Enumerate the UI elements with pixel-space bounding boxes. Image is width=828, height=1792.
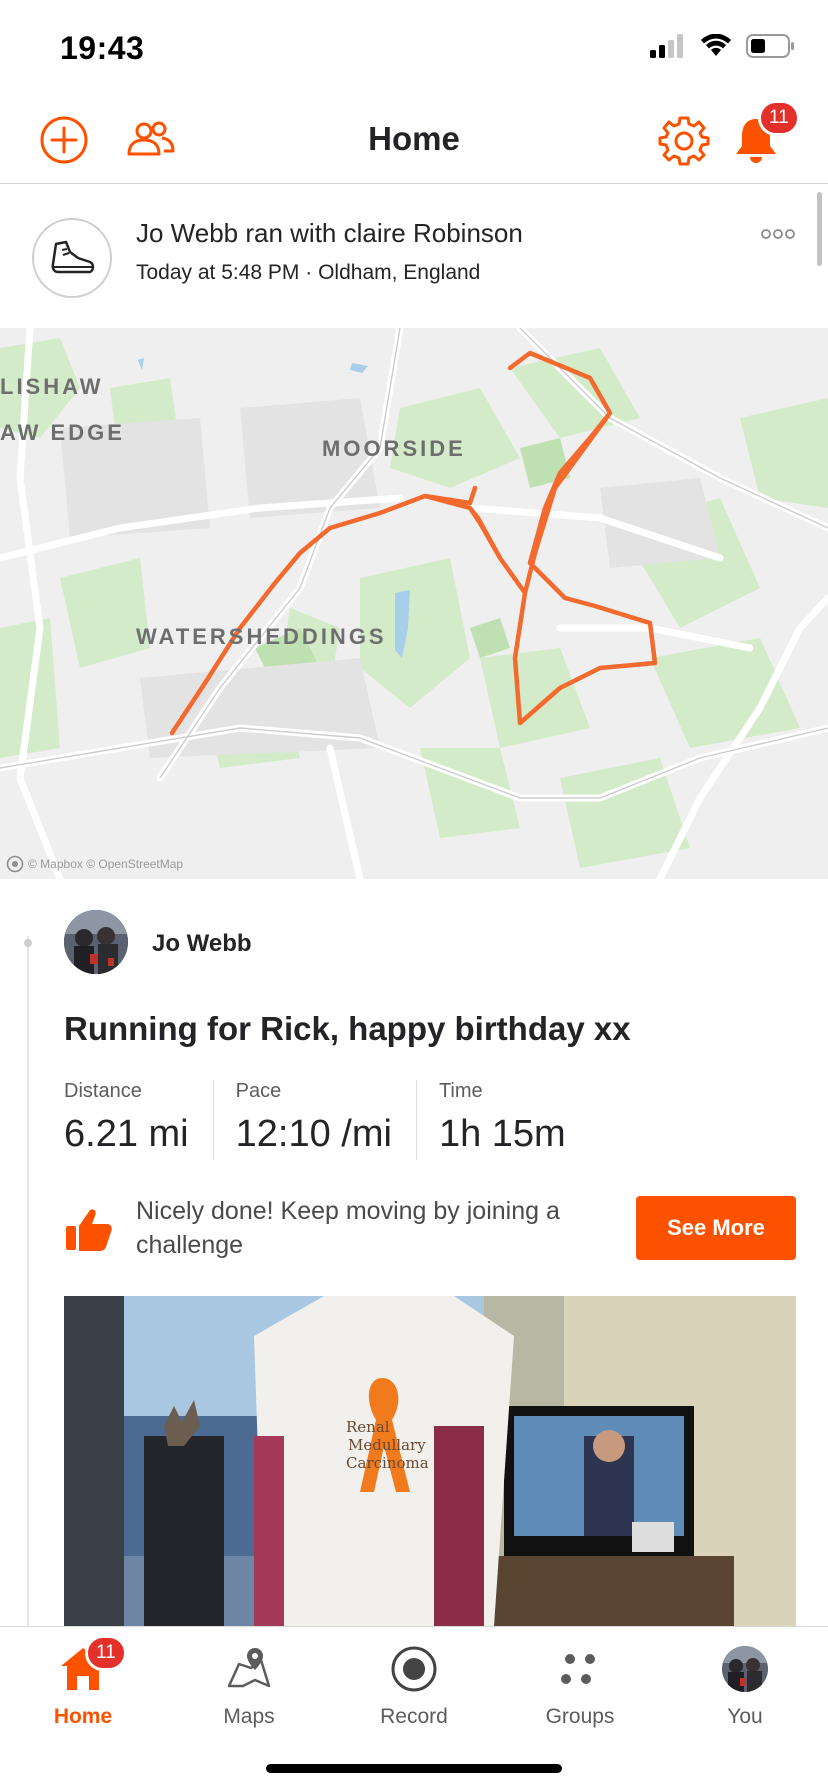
svg-text:Renal: Renal: [346, 1418, 390, 1436]
groups-icon: [561, 1654, 595, 1684]
tab-you[interactable]: You: [662, 1627, 828, 1747]
notification-badge: 11: [758, 100, 800, 136]
activity-name[interactable]: Running for Rick, happy birthday xx: [64, 1010, 631, 1048]
activity-stats: Distance 6.21 mi Pace 12:10 /mi Time 1h …: [64, 1080, 590, 1160]
map-background: [0, 328, 828, 879]
athlete-name[interactable]: Jo Webb: [152, 930, 252, 958]
map-label: AW EDGE: [0, 420, 125, 445]
wifi-icon: [701, 34, 731, 56]
tab-icon-wrap: 11: [55, 1635, 127, 1695]
stat-label: Pace: [235, 1080, 282, 1102]
route-map[interactable]: LISHAW AW EDGE MOORSIDE WATERSHEDDINGS ©…: [0, 328, 828, 879]
cellular-signal-icon: [650, 34, 683, 58]
map-label: LISHAW: [0, 374, 104, 399]
feed-timeline: [27, 936, 29, 1626]
svg-text:Carcinoma: Carcinoma: [346, 1454, 429, 1472]
profile-avatar: [722, 1646, 768, 1692]
tab-maps[interactable]: Maps: [166, 1627, 332, 1747]
more-icon: [761, 229, 795, 239]
challenge-prompt-text: Nicely done! Keep moving by joining a ch…: [136, 1197, 560, 1259]
see-more-button[interactable]: See More: [636, 1196, 796, 1260]
tab-label: Record: [380, 1705, 448, 1728]
maps-icon: [227, 1648, 271, 1688]
tab-icon-wrap: [221, 1643, 277, 1695]
stat-pace: Pace 12:10 /mi: [212, 1080, 416, 1160]
avatar-photo: [64, 910, 128, 974]
stat-time: Time 1h 15m: [415, 1080, 590, 1160]
thumbs-up-icon: [66, 1209, 112, 1251]
stat-value: 6.21 mi: [64, 1113, 189, 1155]
tab-groups[interactable]: Groups: [497, 1627, 663, 1747]
sport-type-badge: [32, 218, 112, 298]
activity-photo[interactable]: Renal Medullary Carcinoma: [64, 1296, 796, 1626]
tab-label: Groups: [545, 1705, 615, 1728]
challenge-prompt: Nicely done! Keep moving by joining a ch…: [64, 1192, 796, 1268]
stat-value: 1h 15m: [438, 1113, 566, 1155]
timeline-dot: [24, 939, 32, 947]
map-label: MOORSIDE: [322, 436, 466, 461]
status-time: 19:43: [60, 30, 145, 66]
home-badge: 11: [85, 1635, 127, 1671]
athlete-avatar[interactable]: [64, 910, 128, 974]
running-shoe-icon: [51, 240, 95, 274]
svg-text:Medullary: Medullary: [348, 1436, 426, 1454]
tab-home[interactable]: 11 Home: [0, 1627, 166, 1747]
mapbox-logo-icon: [6, 855, 24, 873]
tab-record[interactable]: Record: [331, 1627, 497, 1747]
activity-header[interactable]: Jo Webb ran with claire Robinson Today a…: [0, 186, 828, 328]
stat-value: 12:10 /mi: [235, 1113, 392, 1155]
settings-button[interactable]: [656, 112, 712, 168]
tab-label: You: [727, 1705, 763, 1728]
activity-photo-image: Renal Medullary Carcinoma: [64, 1296, 796, 1626]
tab-icon-wrap: [717, 1643, 773, 1695]
tab-icon-wrap: [386, 1643, 442, 1695]
stat-label: Time: [438, 1080, 483, 1102]
map-attribution[interactable]: © Mapbox © OpenStreetMap: [6, 855, 183, 873]
status-bar: 19:43: [0, 0, 828, 100]
nav-header: Home 11: [0, 100, 828, 184]
map-label: WATERSHEDDINGS: [136, 624, 387, 649]
battery-icon: [746, 34, 794, 58]
settings-icon: [658, 116, 710, 166]
notifications-button[interactable]: 11: [728, 100, 800, 168]
record-icon: [391, 1646, 437, 1692]
activity-title[interactable]: Jo Webb ran with claire Robinson: [136, 218, 523, 249]
status-icons: [650, 34, 796, 58]
stat-label: Distance: [64, 1080, 142, 1102]
activity-meta: Today at 5:48 PM · Oldham, England: [136, 261, 481, 284]
tab-label: Maps: [223, 1705, 275, 1728]
map-credit-text: © Mapbox © OpenStreetMap: [28, 857, 184, 871]
tab-label: Home: [53, 1705, 113, 1728]
home-indicator[interactable]: [266, 1764, 562, 1773]
stat-distance: Distance 6.21 mi: [64, 1080, 213, 1160]
more-options-button[interactable]: [758, 224, 798, 244]
tab-icon-wrap: [552, 1643, 608, 1695]
